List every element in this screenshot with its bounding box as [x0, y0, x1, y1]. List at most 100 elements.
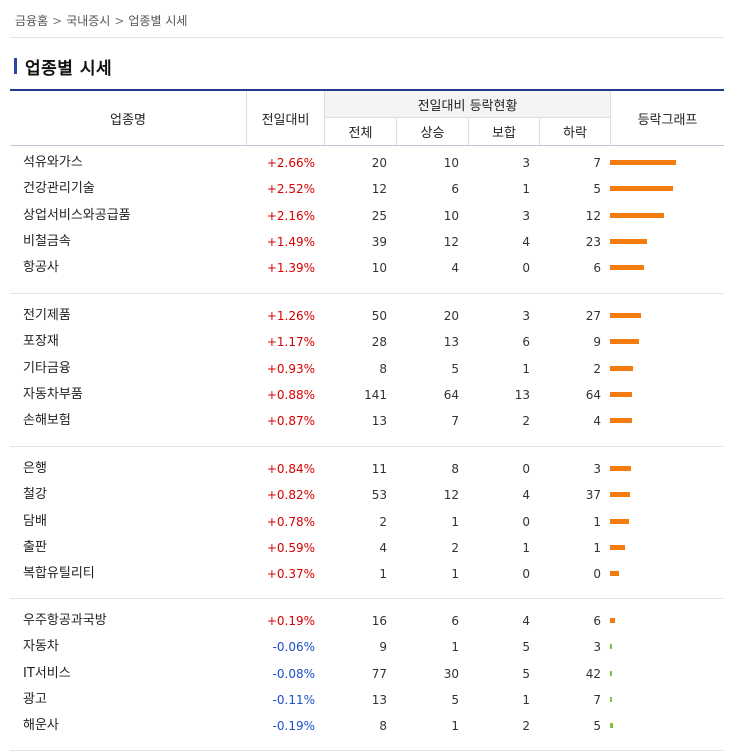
change-graph-bar: [610, 365, 633, 371]
change-graph-bar: [610, 265, 644, 271]
table-row[interactable]: 비철금속 +1.49% 39 12 4 23: [10, 229, 724, 255]
change-rate: +1.26%: [266, 309, 315, 323]
table-row[interactable]: 항공사 +1.39% 10 4 0 6: [10, 255, 724, 281]
change-graph-bar: [610, 670, 612, 676]
table-row[interactable]: 석유와가스 +2.66% 20 10 3 7: [10, 150, 724, 176]
count-down: 1: [593, 540, 601, 555]
sector-name-link[interactable]: IT서비스: [23, 661, 71, 687]
count-down: 2: [593, 361, 601, 376]
change-rate: +0.84%: [266, 462, 315, 476]
count-up: 2: [451, 540, 459, 555]
count-down: 9: [593, 335, 601, 350]
count-total: 77: [371, 666, 387, 681]
table-row[interactable]: 전기제품 +1.26% 50 20 3 27: [10, 303, 724, 329]
count-down: 7: [593, 692, 601, 707]
count-total: 28: [371, 335, 387, 350]
count-flat: 4: [522, 614, 530, 628]
sector-name-link[interactable]: 해운사: [23, 713, 59, 739]
sector-name-link[interactable]: 기타금융: [23, 356, 71, 382]
header-down: 하락: [563, 126, 587, 141]
count-total: 1: [379, 567, 387, 582]
sector-name-link[interactable]: 광고: [23, 687, 47, 713]
count-down: 37: [585, 488, 601, 503]
table-row[interactable]: 복합유틸리티 +0.37% 1 1 0 0: [10, 561, 724, 587]
sector-name-link[interactable]: 비철금속: [23, 229, 71, 255]
sector-name-link[interactable]: 복합유틸리티: [23, 561, 95, 587]
table-row[interactable]: 은행 +0.84% 11 8 0 3: [10, 456, 724, 482]
count-up: 64: [443, 387, 459, 402]
page-title: 업종별 시세: [14, 56, 112, 79]
count-total: 141: [364, 387, 387, 402]
breadcrumb-domestic-stock[interactable]: 국내증시: [66, 14, 110, 28]
breadcrumb-current[interactable]: 업종별 시세: [128, 14, 187, 28]
group-separator: [10, 293, 724, 294]
count-flat: 2: [522, 719, 530, 734]
count-flat: 4: [522, 234, 530, 249]
count-up: 5: [451, 361, 459, 376]
count-down: 0: [593, 567, 601, 582]
sector-name-link[interactable]: 은행: [23, 456, 47, 482]
sector-name-link[interactable]: 항공사: [23, 255, 59, 281]
sector-name-link[interactable]: 자동차부품: [23, 382, 83, 408]
table-row[interactable]: 철강 +0.82% 53 12 4 37: [10, 482, 724, 508]
table-row[interactable]: 자동차 -0.06% 9 1 5 3: [10, 634, 724, 660]
count-up: 10: [443, 208, 459, 223]
count-up: 4: [451, 261, 459, 276]
count-total: 13: [371, 414, 387, 429]
count-total: 10: [371, 261, 387, 276]
table-row[interactable]: 기타금융 +0.93% 8 5 1 2: [10, 356, 724, 382]
table-row[interactable]: 상업서비스와공급품 +2.16% 25 10 3 12: [10, 203, 724, 229]
sector-name-link[interactable]: 포장재: [23, 329, 59, 355]
change-graph-bar: [610, 313, 641, 318]
sector-name-link[interactable]: 자동차: [23, 634, 59, 660]
count-up: 10: [443, 156, 459, 170]
change-rate: +0.59%: [266, 540, 315, 555]
header-change[interactable]: 전일대비: [247, 91, 324, 145]
table-row[interactable]: 담배 +0.78% 2 1 0 1: [10, 509, 724, 535]
table-row[interactable]: 건강관리기술 +2.52% 12 6 1 5: [10, 176, 724, 202]
sector-name-link[interactable]: 출판: [23, 535, 47, 561]
header-name[interactable]: 업종명: [10, 91, 246, 145]
count-flat: 0: [522, 462, 530, 476]
count-total: 8: [379, 719, 387, 734]
table-row[interactable]: 우주항공과국방 +0.19% 16 6 4 6: [10, 608, 724, 634]
count-down: 6: [593, 614, 601, 628]
count-total: 16: [371, 614, 387, 628]
breadcrumb-finance-home[interactable]: 금융홈: [15, 14, 48, 28]
count-flat: 3: [522, 156, 530, 170]
change-graph-bar: [610, 492, 630, 498]
sector-name-link[interactable]: 상업서비스와공급품: [23, 203, 131, 229]
count-total: 9: [379, 640, 387, 655]
sector-name-link[interactable]: 손해보험: [23, 408, 71, 434]
sector-name-link[interactable]: 건강관리기술: [23, 176, 95, 202]
table-row[interactable]: 해운사 -0.19% 8 1 2 5: [10, 713, 724, 739]
change-graph-bar: [610, 696, 612, 702]
count-down: 4: [593, 414, 601, 429]
table-row[interactable]: 손해보험 +0.87% 13 7 2 4: [10, 408, 724, 434]
change-rate: -0.06%: [272, 640, 315, 655]
sector-name-link[interactable]: 담배: [23, 509, 47, 535]
change-graph-bar: [610, 186, 673, 192]
count-flat: 1: [522, 361, 530, 376]
sector-name-link[interactable]: 우주항공과국방: [23, 608, 107, 634]
breadcrumb: 금융홈 > 국내증시 > 업종별 시세: [15, 12, 187, 29]
count-flat: 6: [522, 335, 530, 350]
count-down: 5: [593, 719, 601, 734]
count-down: 3: [593, 640, 601, 655]
table-row[interactable]: 출판 +0.59% 4 2 1 1: [10, 535, 724, 561]
change-rate: +1.49%: [266, 234, 315, 249]
count-down: 12: [585, 208, 601, 223]
table-row[interactable]: 포장재 +1.17% 28 13 6 9: [10, 329, 724, 355]
header-flat: 보합: [492, 126, 516, 141]
table-row[interactable]: IT서비스 -0.08% 77 30 5 42: [10, 661, 724, 687]
count-flat: 13: [514, 387, 530, 402]
count-down: 64: [585, 387, 601, 402]
table-row[interactable]: 광고 -0.11% 13 5 1 7: [10, 687, 724, 713]
count-flat: 4: [522, 488, 530, 503]
sector-name-link[interactable]: 전기제품: [23, 303, 71, 329]
table-row[interactable]: 자동차부품 +0.88% 141 64 13 64: [10, 382, 724, 408]
group-separator: [10, 598, 724, 599]
count-flat: 0: [522, 514, 530, 529]
sector-name-link[interactable]: 철강: [23, 482, 47, 508]
sector-name-link[interactable]: 석유와가스: [23, 150, 83, 176]
